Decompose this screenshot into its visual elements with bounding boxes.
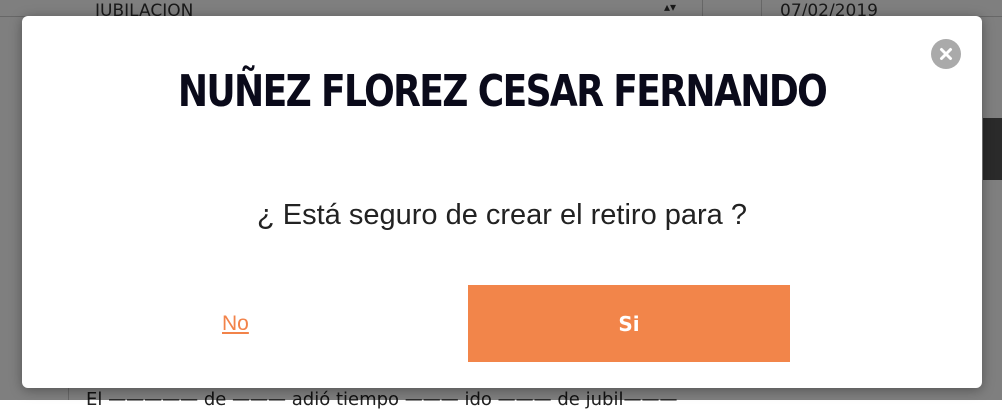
- no-button[interactable]: No: [222, 312, 249, 336]
- close-icon: [940, 48, 952, 60]
- dialog-message: ¿ Está seguro de crear el retiro para ?: [256, 199, 747, 231]
- dialog-title: NUÑEZ FLOREZ CESAR FERNANDO: [177, 66, 828, 117]
- si-button[interactable]: Si: [468, 285, 790, 362]
- close-button[interactable]: [931, 39, 961, 69]
- confirm-dialog: NUÑEZ FLOREZ CESAR FERNANDO ¿ Está segur…: [22, 16, 982, 388]
